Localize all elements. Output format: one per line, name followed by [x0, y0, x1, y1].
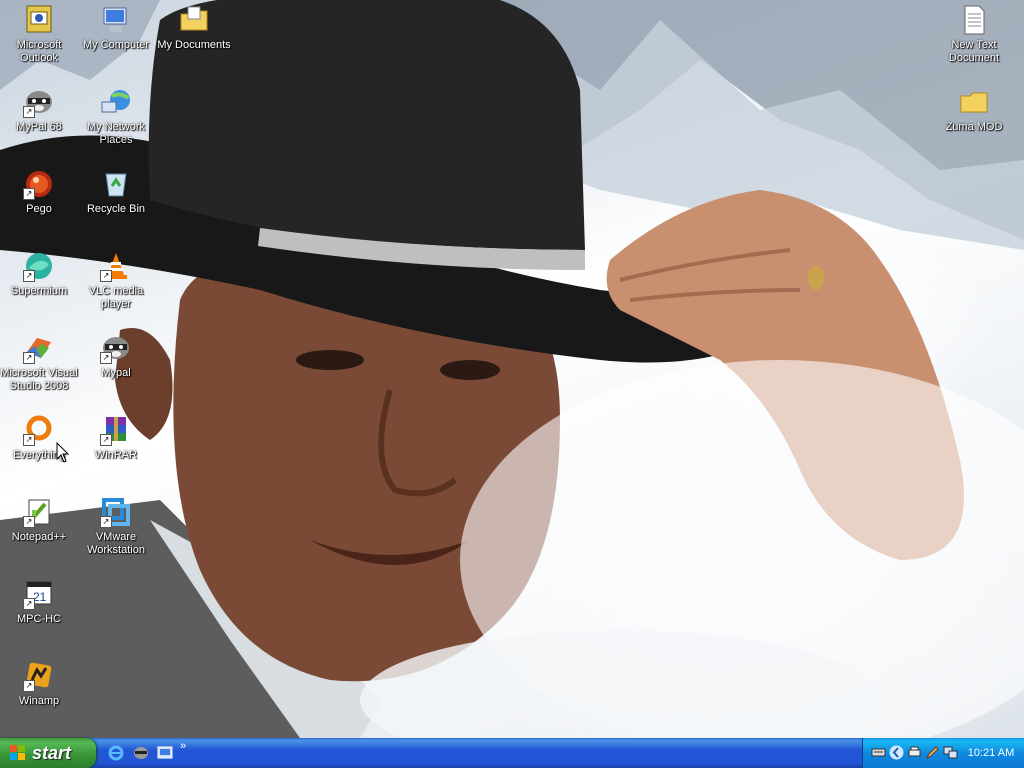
desktop-icon-recycle-bin[interactable]: Recycle Bin	[76, 168, 156, 216]
arrow-icon[interactable]	[889, 745, 904, 760]
quick-launch-chevron[interactable]: »	[180, 740, 186, 752]
vmware-icon: ↗	[100, 496, 132, 528]
pego-icon: ↗	[23, 168, 55, 200]
visual-studio-icon: ↗	[23, 332, 55, 364]
start-label: start	[32, 743, 72, 763]
pencil-icon[interactable]	[925, 745, 940, 760]
desktop-icon[interactable]	[157, 745, 173, 761]
mpc-hc-icon: 21 ↗	[23, 578, 55, 610]
desktop-icon-label: My Computer	[82, 39, 150, 51]
desktop-icon-mypal[interactable]: ↗ Mypal	[76, 332, 156, 380]
desktop-icon-winamp[interactable]: ↗ Winamp	[0, 660, 79, 708]
desktop-icon-label: Microsoft Visual Studio 2008	[0, 367, 78, 392]
system-tray: 10:21 AM	[862, 738, 1024, 768]
desktop-icon-label: Winamp	[18, 695, 60, 707]
desktop-icon-pego[interactable]: ↗ Pego	[0, 168, 79, 216]
svg-text:21: 21	[33, 590, 47, 604]
desktop-icon-my-documents[interactable]: My Documents	[154, 4, 234, 52]
desktop-icon-label: My Network Places	[86, 121, 146, 146]
desktop-icon-label: Recycle Bin	[86, 203, 146, 215]
taskbar: start » 10:21 AM	[0, 738, 1024, 768]
desktop-icon-supermium[interactable]: ↗ Supermium	[0, 250, 79, 298]
vlc-cone-icon: ↗	[100, 250, 132, 282]
desktop-icon-label: VLC media player	[88, 285, 144, 310]
desktop-icon-label: New Text Document	[948, 39, 1000, 64]
raccoon-icon: ↗	[23, 86, 55, 118]
desktop-icon-new-text-document[interactable]: New Text Document	[934, 4, 1014, 65]
recycle-bin-icon	[100, 168, 132, 200]
start-button[interactable]: start	[0, 738, 96, 768]
desktop-icon-label: Zuma MOD	[945, 121, 1003, 133]
desktop-icon-label: My Documents	[157, 39, 231, 51]
outlook-icon	[23, 4, 55, 36]
computer-icon	[100, 4, 132, 36]
folder-icon	[958, 86, 990, 118]
desktop-icon-mypal68[interactable]: ↗ MyPal 68	[0, 86, 79, 134]
internet-explorer-icon[interactable]	[108, 745, 124, 761]
desktop-icon-label: VMware Workstation	[87, 531, 145, 556]
desktop-icon-mpc-hc[interactable]: 21 ↗ MPC-HC	[0, 578, 79, 626]
network-icon	[100, 86, 132, 118]
network-icon[interactable]	[943, 745, 958, 760]
desktop-icon-label: MyPal 68	[16, 121, 62, 133]
desktop-icon-label: Mypal	[101, 367, 131, 379]
winrar-icon: ↗	[100, 414, 132, 446]
desktop-icon-notepadpp[interactable]: ↗ Notepad++	[0, 496, 79, 544]
everything-icon: ↗	[23, 414, 55, 446]
desktop-icon-network[interactable]: My Network Places	[76, 86, 156, 147]
desktop-icon-label: WinRAR	[94, 449, 138, 461]
printer-icon[interactable]	[907, 745, 922, 760]
desktop-icon-outlook[interactable]: Microsoft Outlook	[0, 4, 79, 65]
desktop-icon-label: Supermium	[10, 285, 68, 297]
desktop-icon-vlc[interactable]: ↗ VLC media player	[76, 250, 156, 311]
desktop-icon-zuma-mod[interactable]: Zuma MOD	[934, 86, 1014, 134]
supermium-icon: ↗	[23, 250, 55, 282]
clock[interactable]: 10:21 AM	[963, 738, 1019, 768]
notepadpp-icon: ↗	[23, 496, 55, 528]
raccoon-icon: ↗	[100, 332, 132, 364]
keyboard-icon[interactable]	[871, 745, 886, 760]
desktop-icon-label: MPC-HC	[17, 613, 61, 625]
desktop-icon-label: Pego	[26, 203, 52, 215]
text-document-icon	[958, 4, 990, 36]
mouse-cursor-icon	[56, 442, 70, 463]
winamp-icon: ↗	[23, 660, 55, 692]
desktop-icon-label: Microsoft Outlook	[16, 39, 62, 64]
desktop-icon-vmware[interactable]: ↗ VMware Workstation	[76, 496, 156, 557]
windows-flag-icon	[10, 745, 25, 760]
desktop-icon-my-computer[interactable]: My Computer	[76, 4, 156, 52]
raccoon-icon[interactable]	[133, 745, 149, 761]
folder-docs-icon	[178, 4, 210, 36]
desktop-icon-label: Notepad++	[11, 531, 67, 543]
desktop-icon-visual-studio[interactable]: ↗ Microsoft Visual Studio 2008	[0, 332, 79, 393]
desktop-icon-winrar[interactable]: ↗ WinRAR	[76, 414, 156, 462]
desktop[interactable]: Microsoft Outlook ↗ MyPal 68 ↗ Pego ↗ Su…	[0, 0, 1024, 738]
